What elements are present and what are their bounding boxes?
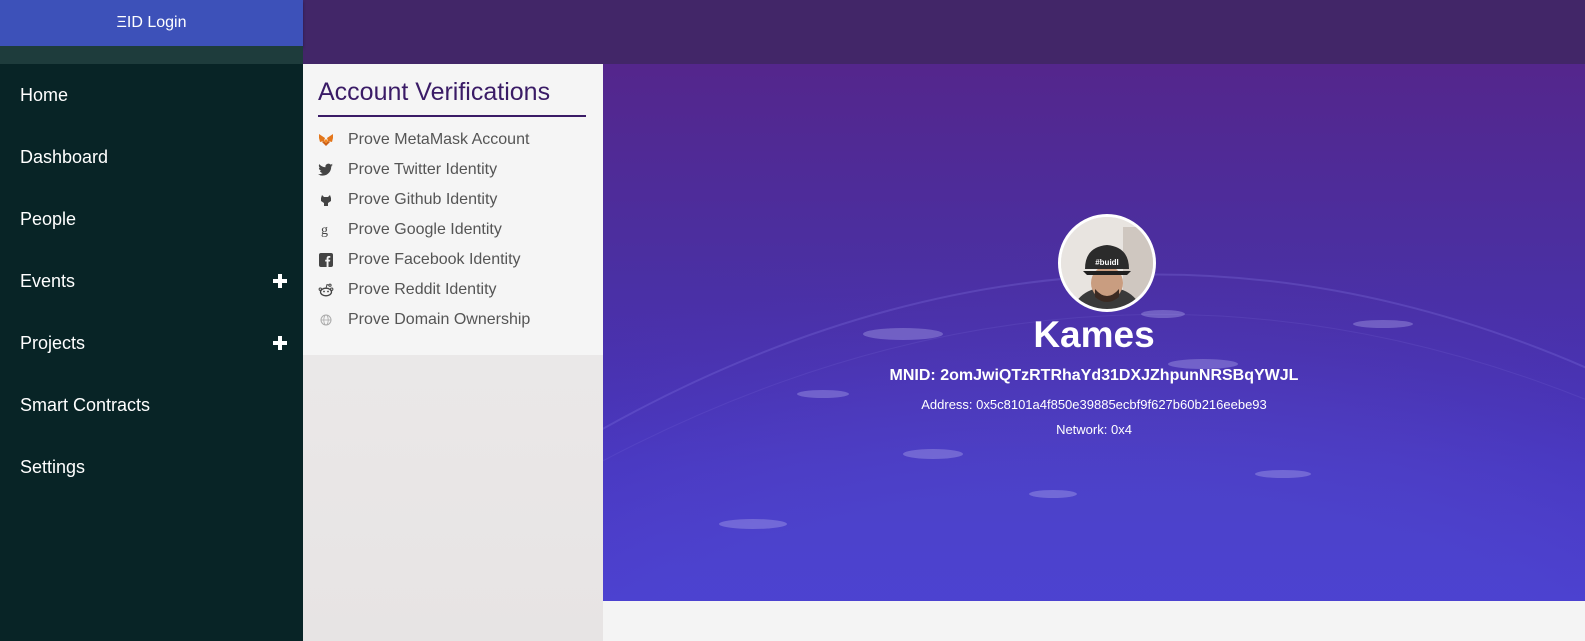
sidebar-item-label: Dashboard [20, 146, 109, 167]
svg-text:g: g [321, 223, 328, 238]
facebook-icon [318, 252, 334, 268]
twitter-icon [318, 162, 334, 178]
verify-item-label: Prove Twitter Identity [348, 161, 498, 178]
verify-twitter-link[interactable]: Prove Twitter Identity [318, 155, 588, 185]
sidebar-item-label: Smart Contracts [20, 394, 151, 415]
expand-plus-icon[interactable] [273, 274, 287, 288]
verifications-title: Account Verifications [318, 78, 586, 117]
profile-name: Kames [1033, 314, 1155, 355]
verify-github-link[interactable]: Prove Github Identity [318, 185, 588, 215]
avatar: #buidl [1058, 214, 1156, 312]
sidebar-item-dashboard[interactable]: Dashboard [0, 126, 303, 188]
sidebar-item-projects[interactable]: Projects [0, 312, 303, 374]
login-button-underbar [0, 46, 303, 64]
reddit-icon [318, 282, 334, 298]
profile-hero: #buidl Kames MNID: 2omJwiQTzRTRhaYd31DXJ… [603, 64, 1585, 601]
globe-icon [318, 312, 334, 328]
sidebar-item-smart-contracts[interactable]: Smart Contracts [0, 374, 303, 436]
profile-mnid: MNID: 2omJwiQTzRTRhaYd31DXJZhpunNRSBqYWJ… [889, 367, 1299, 384]
verify-google-link[interactable]: g Prove Google Identity [318, 215, 588, 245]
sidebar-item-label: Settings [20, 456, 86, 477]
eid-login-button[interactable]: ΞID Login [0, 0, 303, 46]
verify-item-label: Prove MetaMask Account [348, 131, 530, 148]
sidebar-item-events[interactable]: Events [0, 250, 303, 312]
expand-plus-icon[interactable] [273, 336, 287, 350]
verify-reddit-link[interactable]: Prove Reddit Identity [318, 275, 588, 305]
sidebar-item-label: Home [20, 84, 69, 105]
verify-item-label: Prove Facebook Identity [348, 251, 521, 268]
sidebar-item-label: Events [20, 270, 76, 291]
sidebar-item-home[interactable]: Home [0, 64, 303, 126]
avatar-cap-text: #buidl [1095, 258, 1119, 267]
verify-item-label: Prove Github Identity [348, 191, 498, 208]
account-verifications-panel: Account Verifications Prove MetaMask Acc… [303, 64, 603, 641]
sidebar-item-label: Projects [20, 332, 86, 353]
profile-address: Address: 0x5c8101a4f850e39885ecbf9f627b6… [921, 397, 1267, 412]
metamask-icon [318, 132, 334, 148]
verify-facebook-link[interactable]: Prove Facebook Identity [318, 245, 588, 275]
verify-domain-link[interactable]: Prove Domain Ownership [318, 305, 588, 335]
sidebar-nav: Home Dashboard People Events Projects Sm… [0, 64, 303, 641]
verify-item-label: Prove Domain Ownership [348, 311, 531, 328]
github-icon [318, 192, 334, 208]
google-icon: g [318, 222, 334, 238]
sidebar-item-label: People [20, 208, 77, 229]
verify-metamask-link[interactable]: Prove MetaMask Account [318, 125, 588, 155]
verify-item-label: Prove Google Identity [348, 221, 502, 238]
verifications-list: Prove MetaMask Account Prove Twitter Ide… [318, 125, 588, 335]
sidebar-item-people[interactable]: People [0, 188, 303, 250]
sidebar-item-settings[interactable]: Settings [0, 436, 303, 498]
profile-network: Network: 0x4 [1056, 422, 1132, 437]
verifications-card: Account Verifications Prove MetaMask Acc… [303, 64, 603, 355]
verify-item-label: Prove Reddit Identity [348, 281, 497, 298]
